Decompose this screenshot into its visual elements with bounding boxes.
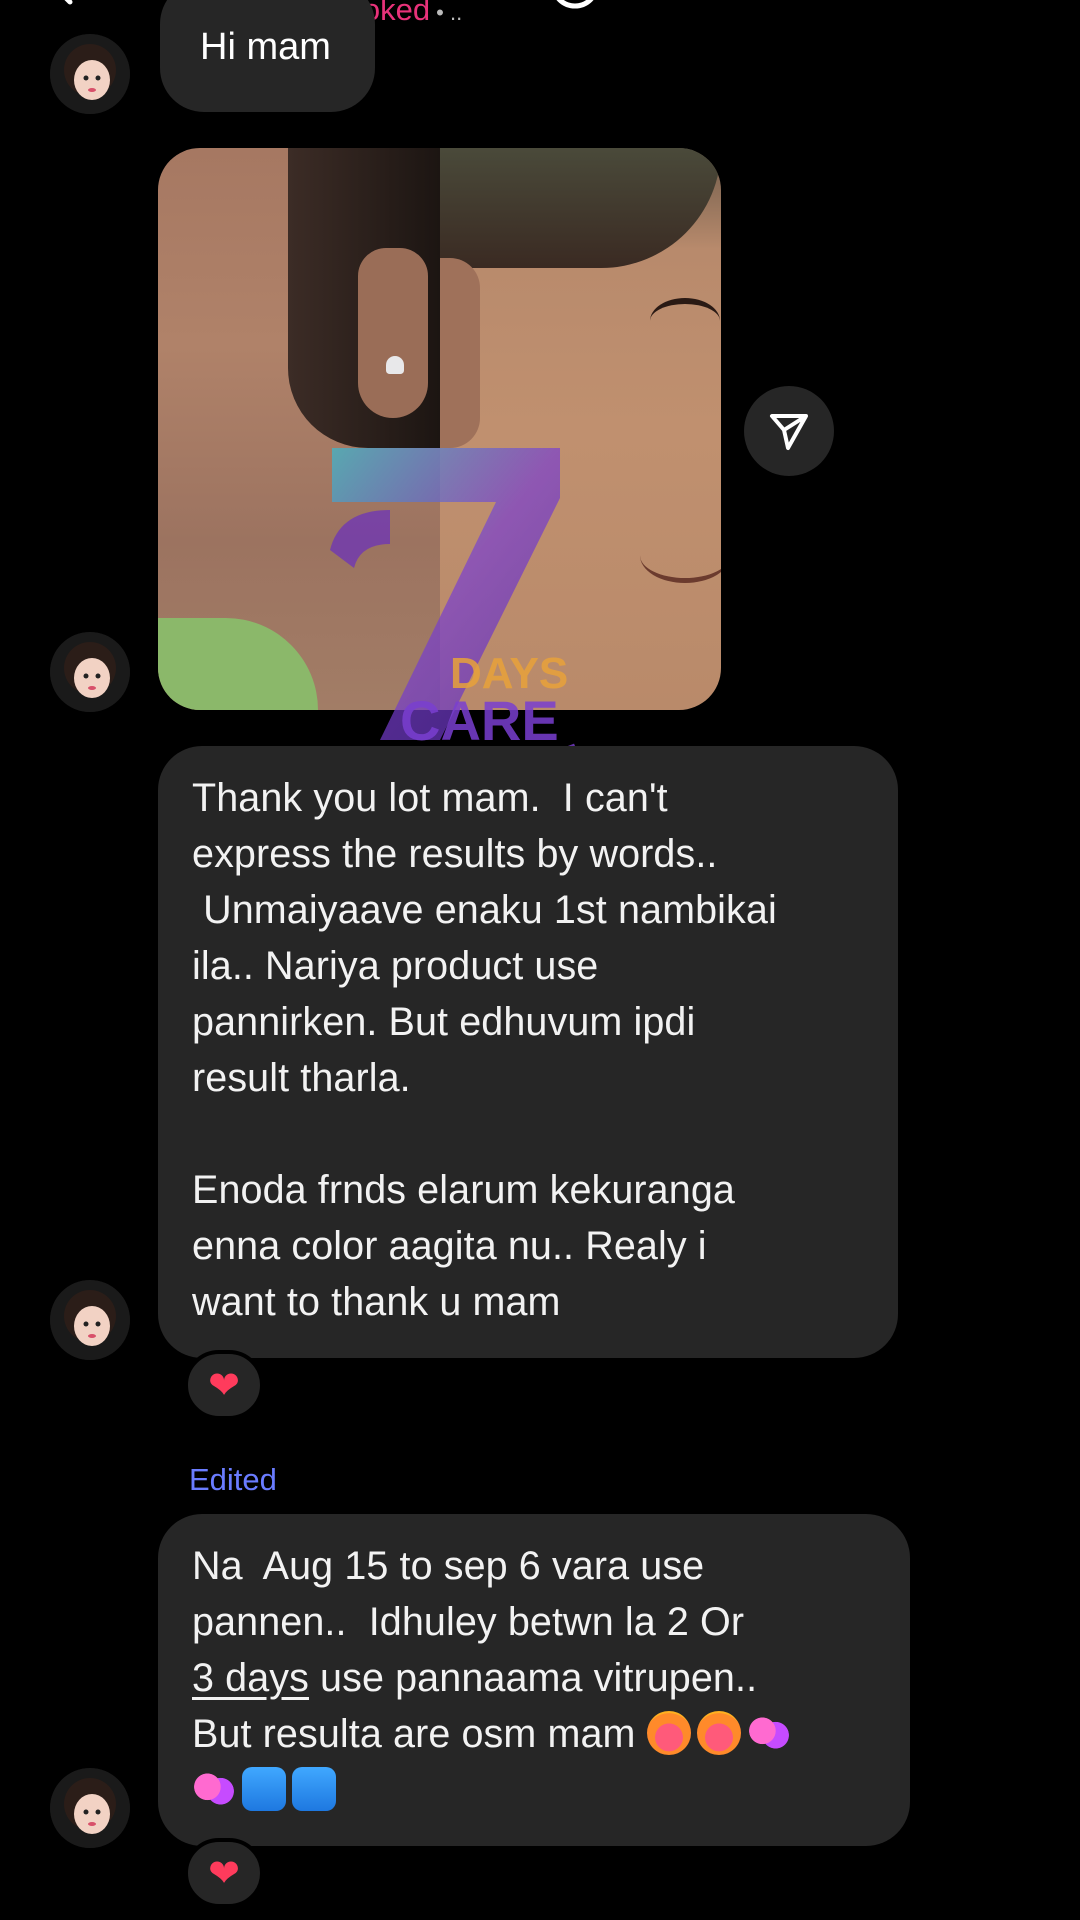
avatar[interactable] [50, 632, 130, 712]
heart-icon: ❤ [208, 1853, 240, 1895]
video-icon[interactable] [818, 0, 872, 20]
message-bubble[interactable]: Na Aug 15 to sep 6 vara use pannen.. Idh… [158, 1514, 910, 1846]
message-line: Na Aug 15 to sep 6 vara use [192, 1544, 705, 1588]
share-button[interactable] [744, 386, 834, 476]
message-text: Na Aug 15 to sep 6 vara use pannen.. Idh… [192, 1538, 876, 1818]
message-bubble-partial[interactable]: Hi mam [160, 0, 375, 112]
photo-message[interactable] [158, 148, 721, 710]
photo-before [158, 148, 440, 710]
heart-icon: ❤ [208, 1365, 240, 1407]
message-line: pannen.. Idhuley betwn la 2 Or [192, 1600, 745, 1644]
photo-after [440, 148, 721, 710]
back-icon[interactable] [40, 0, 80, 10]
message-text: Hi mam [200, 26, 331, 68]
heart-on-fire-emoji [646, 1711, 691, 1755]
paper-plane-icon [770, 414, 808, 450]
date-link[interactable]: 3 days [192, 1656, 309, 1700]
heart-on-fire-emoji [696, 1711, 741, 1755]
people-emoji [242, 1767, 286, 1811]
message-text: Thank you lot mam. I can't express the r… [192, 776, 777, 1324]
message-line: use pannaama vitrupen.. [308, 1656, 758, 1700]
reaction-badge[interactable]: ❤ [184, 1838, 264, 1908]
avatar[interactable] [50, 34, 130, 114]
revolving-hearts-emoji [746, 1711, 791, 1755]
avatar[interactable] [50, 1768, 130, 1848]
status-dots: • .. [436, 0, 463, 25]
message-bubble[interactable]: Thank you lot mam. I can't express the r… [158, 746, 898, 1358]
edited-label: Edited [189, 1462, 277, 1497]
revolving-hearts-emoji [192, 1767, 236, 1811]
tag-icon[interactable] [962, 0, 1016, 20]
reaction-badge[interactable]: ❤ [184, 1350, 264, 1420]
phone-icon[interactable] [694, 0, 748, 20]
smiley-icon[interactable] [548, 0, 602, 20]
message-line: But resulta are osm mam [192, 1712, 647, 1756]
people-emoji [292, 1767, 336, 1811]
avatar[interactable] [50, 1280, 130, 1360]
